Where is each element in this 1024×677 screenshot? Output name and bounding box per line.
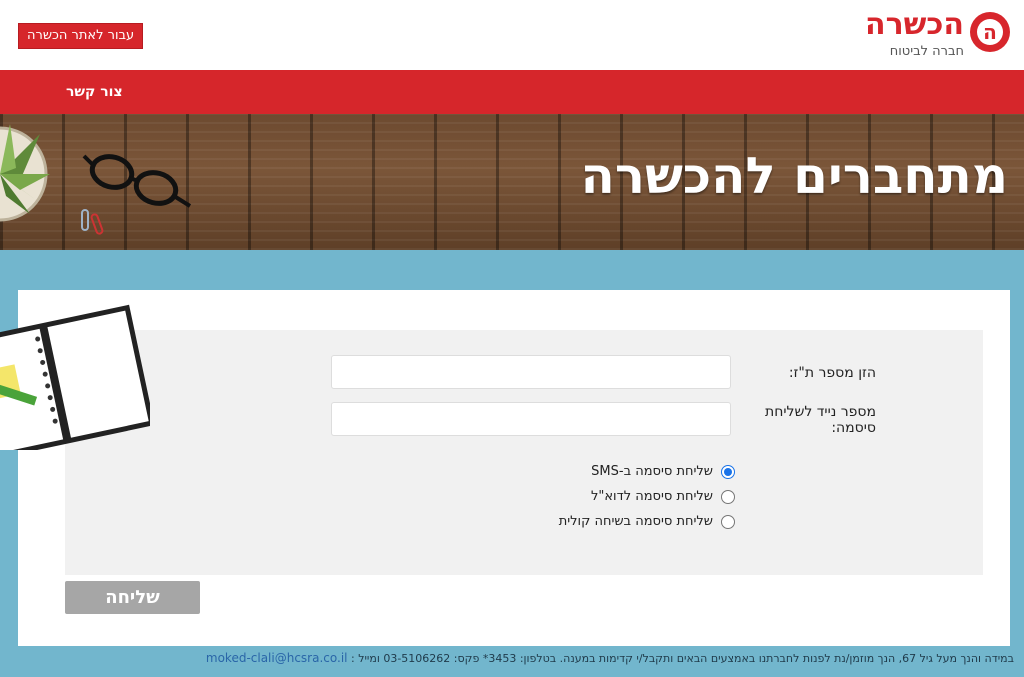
notebook-decoration-icon bbox=[0, 304, 150, 450]
footer: במידה והנך מעל גיל 67, הנך מוזמן/נת לפנו… bbox=[0, 648, 1024, 668]
footer-email-link[interactable]: moked-clali@hcsra.co.il bbox=[206, 651, 348, 665]
radio-label-sms: שליחת סיסמה ב-SMS bbox=[591, 464, 713, 479]
company-logo[interactable]: ה הכשרה חברה לביטוח bbox=[840, 8, 1010, 60]
radio-option-voice[interactable]: שליחת סיסמה בשיחה קולית bbox=[559, 512, 735, 532]
login-card: הזן מספר ת"ז: מספר נייד לשליחת סיסמה: של… bbox=[18, 290, 1010, 646]
logo-icon: ה bbox=[970, 12, 1010, 52]
submit-button[interactable]: שליחה bbox=[65, 581, 200, 614]
footer-notice: במידה והנך מעל גיל 67, הנך מוזמן/נת לפנו… bbox=[351, 652, 1014, 665]
radio-option-email[interactable]: שליחת סיסמה לדוא"ל bbox=[591, 487, 735, 507]
footer-text: במידה והנך מעל גיל 67, הנך מוזמן/נת לפנו… bbox=[206, 648, 1014, 669]
login-form: הזן מספר ת"ז: מספר נייד לשליחת סיסמה: של… bbox=[65, 330, 983, 575]
hero-banner: מתחברים להכשרה bbox=[0, 114, 1024, 250]
paperclips-decoration-icon bbox=[81, 209, 104, 235]
id-number-input[interactable] bbox=[331, 355, 731, 389]
logo-text: הכשרה bbox=[864, 7, 964, 42]
plant-decoration-icon bbox=[0, 124, 50, 222]
id-label: הזן מספר ת"ז: bbox=[788, 365, 876, 381]
main-nav-bar: צור קשר bbox=[0, 70, 1024, 114]
radio-button-email[interactable] bbox=[721, 490, 735, 504]
mobile-label: מספר נייד לשליחת סיסמה: bbox=[765, 404, 876, 436]
top-header: ה הכשרה חברה לביטוח עבור לאתר הכשרה bbox=[0, 0, 1024, 70]
contact-link[interactable]: צור קשר bbox=[66, 84, 123, 100]
logo-tagline: חברה לביטוח bbox=[889, 44, 964, 59]
glasses-decoration-icon bbox=[82, 154, 192, 208]
banner-title: מתחברים להכשרה bbox=[580, 147, 1008, 205]
radio-button-voice[interactable] bbox=[721, 515, 735, 529]
mobile-number-input[interactable] bbox=[331, 402, 731, 436]
radio-option-sms[interactable]: שליחת סיסמה ב-SMS bbox=[591, 462, 735, 482]
radio-label-email: שליחת סיסמה לדוא"ל bbox=[591, 489, 713, 504]
radio-button-sms[interactable] bbox=[721, 465, 735, 479]
go-to-site-button[interactable]: עבור לאתר הכשרה bbox=[18, 23, 144, 49]
radio-label-voice: שליחת סיסמה בשיחה קולית bbox=[558, 514, 713, 529]
